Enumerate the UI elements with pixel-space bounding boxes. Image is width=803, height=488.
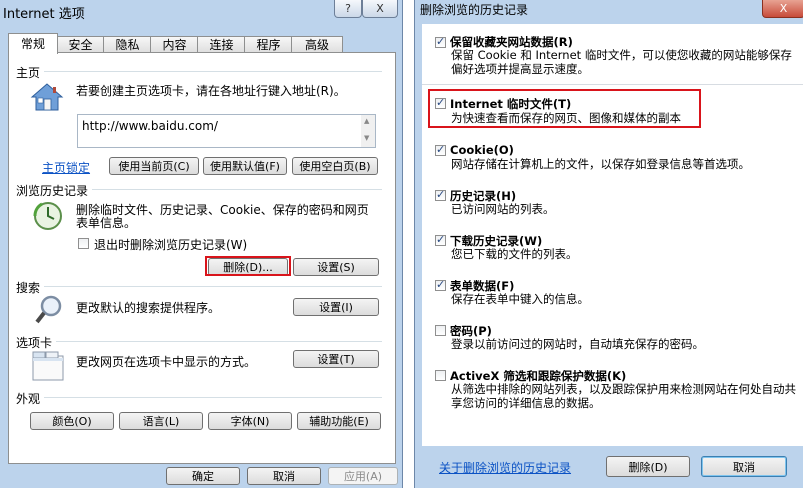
divider: [16, 71, 382, 72]
form-data-checkbox[interactable]: [435, 278, 446, 291]
activex-tracking-checkbox[interactable]: [435, 370, 446, 381]
tabs-settings-button[interactable]: 设置(T): [293, 350, 379, 368]
ok-button[interactable]: 确定: [166, 467, 240, 485]
tabs-description: 更改网页在选项卡中显示的方式。: [76, 355, 257, 369]
tab-general[interactable]: 常规: [8, 33, 58, 54]
scrollbar[interactable]: ▲ ▼: [361, 115, 375, 147]
dialog-title: Internet 选项: [3, 7, 85, 22]
use-current-button[interactable]: 使用当前页(C): [109, 157, 199, 175]
option-description: 保留 Cookie 和 Internet 临时文件，可以使您收藏的网站能够保存偏…: [451, 48, 792, 76]
about-delete-history-link[interactable]: 关于删除浏览的历史记录: [439, 459, 571, 476]
home-url-textarea[interactable]: http://www.baidu.com/ ▲ ▼: [77, 114, 376, 148]
passwords-checkbox[interactable]: [435, 325, 446, 336]
magnifier-icon: [34, 294, 64, 326]
delete-on-exit-checkbox[interactable]: [78, 238, 89, 249]
option-description: 已访问网站的列表。: [451, 202, 555, 216]
accessibility-button[interactable]: 辅助功能(E): [297, 412, 381, 430]
home-group-title: 主页: [16, 64, 45, 81]
languages-button[interactable]: 语言(L): [119, 412, 203, 430]
option-description: 您已下载的文件的列表。: [451, 247, 578, 261]
fonts-button[interactable]: 字体(N): [208, 412, 292, 430]
close-button[interactable]: X: [762, 0, 803, 18]
dialog-title: 删除浏览的历史记录: [420, 3, 529, 17]
tabs-icon: [32, 350, 64, 382]
cancel-button[interactable]: 取消: [247, 467, 321, 485]
divider: [422, 84, 803, 85]
search-settings-button[interactable]: 设置(I): [293, 298, 379, 316]
history-clock-icon: [32, 200, 64, 232]
download-history-checkbox[interactable]: [435, 233, 446, 246]
home-lock-link[interactable]: 主页锁定: [42, 159, 90, 176]
history-checkbox[interactable]: [435, 188, 446, 201]
home-url-value: http://www.baidu.com/: [82, 119, 218, 133]
use-blank-button[interactable]: 使用空白页(B): [292, 157, 378, 175]
option-description: 保存在表单中键入的信息。: [451, 292, 589, 306]
close-button[interactable]: X: [362, 0, 398, 18]
appearance-group-title: 外观: [16, 390, 45, 407]
scroll-down-icon[interactable]: ▼: [364, 134, 369, 142]
history-group-title: 浏览历史记录: [16, 182, 93, 199]
divider: [16, 286, 382, 287]
home-description: 若要创建主页选项卡，请在各地址行键入地址(R)。: [76, 84, 346, 98]
cancel-button[interactable]: 取消: [701, 456, 787, 477]
keep-favorites-checkbox[interactable]: [435, 35, 446, 48]
scroll-up-icon[interactable]: ▲: [364, 117, 369, 125]
highlight-box: [205, 256, 291, 276]
option-description: 从筛选中排除的网站列表，以及跟踪保护用来检测网站在何处自动共享您访问的详细信息的…: [451, 382, 796, 410]
option-title[interactable]: Cookie(O): [450, 143, 514, 157]
delete-button[interactable]: 删除(D): [606, 456, 690, 477]
tabs-group-title: 选项卡: [16, 334, 57, 351]
divider: [16, 341, 382, 342]
colors-button[interactable]: 颜色(O): [30, 412, 114, 430]
delete-on-exit-label[interactable]: 退出时删除浏览历史记录(W): [94, 236, 247, 253]
apply-button[interactable]: 应用(A): [328, 467, 398, 485]
option-description: 登录以前访问过的网站时，自动填充保存的密码。: [451, 337, 704, 351]
cookies-checkbox[interactable]: [435, 143, 446, 156]
history-description-line2: 表单信息。: [76, 216, 137, 230]
option-description: 网站存储在计算机上的文件，以保存如登录信息等首选项。: [451, 157, 750, 171]
highlight-box: [428, 89, 701, 128]
help-button[interactable]: ?: [334, 0, 362, 18]
use-default-button[interactable]: 使用默认值(F): [203, 157, 287, 175]
search-description: 更改默认的搜索提供程序。: [76, 301, 221, 315]
house-icon: [30, 82, 64, 112]
history-settings-button[interactable]: 设置(S): [293, 258, 379, 276]
divider: [16, 397, 382, 398]
